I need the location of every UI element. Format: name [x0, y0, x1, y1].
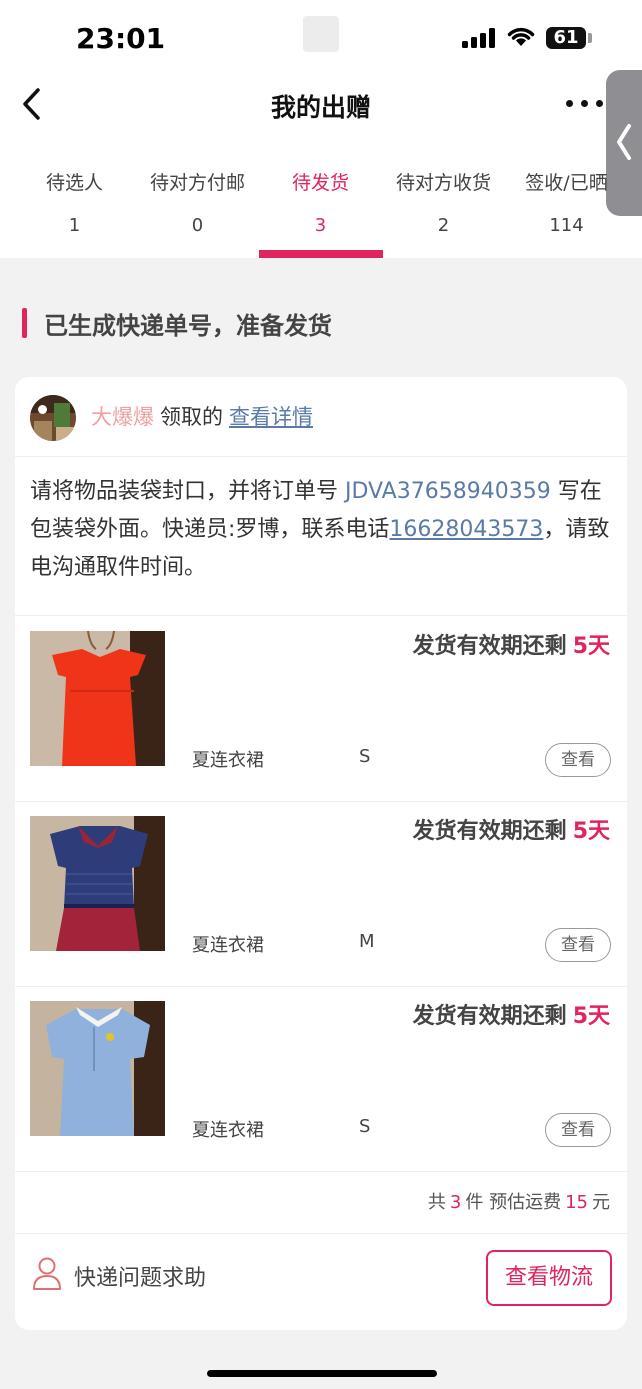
view-button[interactable]: 查看 [545, 1113, 611, 1147]
claimer-username[interactable]: 大爆爆 [91, 405, 154, 429]
view-button[interactable]: 查看 [545, 928, 611, 962]
tab-label: 待对方付邮 [149, 172, 245, 194]
item-image[interactable] [30, 631, 165, 766]
signal-icon [462, 28, 496, 48]
tab-label: 待对方收货 [395, 172, 491, 194]
item-image[interactable] [30, 1001, 165, 1136]
tab-pending-select[interactable]: 待选人 1 [13, 158, 136, 258]
status-tabs: 待选人 1 待对方付邮 0 待发货 3 待对方收货 2 签收/已晒 114 [0, 158, 642, 258]
item-size: S [359, 746, 371, 767]
list-item: 发货有效期还剩 5天 夏连衣裙 S 查看 [15, 616, 627, 802]
tab-label: 待发货 [291, 172, 349, 194]
section-title: 已生成快递单号，准备发货 [44, 312, 332, 340]
deadline-days: 5天 [572, 634, 610, 659]
summary-count-unit: 件 预估运费 [465, 1192, 562, 1213]
order-card-header: 大爆爆 领取的 查看详情 [15, 377, 627, 457]
tab-received-shared[interactable]: 签收/已晒 114 [505, 158, 628, 258]
item-size: S [359, 1116, 371, 1137]
order-summary: 共3件 预估运费 15 元 [15, 1172, 627, 1234]
view-button[interactable]: 查看 [545, 743, 611, 777]
item-size: M [359, 931, 375, 952]
shipping-deadline: 发货有效期还剩 5天 [413, 628, 610, 660]
order-number: JDVA37658940359 [345, 479, 551, 504]
item-image[interactable] [30, 816, 165, 951]
tab-pending-postage[interactable]: 待对方付邮 0 [136, 158, 259, 258]
deadline-label: 发货有效期还剩 [412, 1004, 567, 1029]
deadline-label: 发货有效期还剩 [412, 634, 567, 659]
shipping-deadline: 发货有效期还剩 5天 [413, 813, 610, 845]
item-name: 夏连衣裙 [192, 750, 264, 771]
tab-count: 0 [191, 215, 204, 236]
battery-cap [588, 33, 592, 43]
order-card: 大爆爆 领取的 查看详情 请将物品装袋封口，并将订单号 JDVA3765894035… [15, 377, 627, 1330]
tab-count: 3 [314, 215, 327, 236]
item-name: 夏连衣裙 [192, 935, 264, 956]
nav-bar: 我的出赠 [0, 72, 642, 140]
item-name: 夏连衣裙 [192, 1120, 264, 1141]
page-title: 我的出赠 [270, 93, 371, 122]
side-handle-chevron-icon [617, 124, 631, 160]
instruction-text: 请将物品装袋封口，并将订单号 [30, 479, 345, 504]
claimer-line: 大爆爆 领取的 查看详情 [91, 401, 313, 431]
tab-count: 1 [68, 215, 81, 236]
card-footer: 快递问题求助 查看物流 [15, 1234, 627, 1330]
camera-indicator [303, 16, 339, 52]
more-icon[interactable] [566, 100, 604, 110]
tab-label: 待选人 [45, 172, 103, 194]
header-area: 23:01 61 我的出赠 待选人 1 待对方付邮 0 待发货 3 待对方收货 … [0, 0, 642, 258]
tab-count: 2 [437, 215, 450, 236]
active-tab-indicator [259, 250, 383, 258]
status-time: 23:01 [76, 22, 166, 55]
avatar[interactable] [30, 395, 76, 441]
shipping-fee: 15 [565, 1192, 588, 1213]
courier-phone-link[interactable]: 16628043573 [389, 517, 543, 542]
tab-pending-receive[interactable]: 待对方收货 2 [382, 158, 505, 258]
tab-label: 签收/已晒 [525, 172, 608, 194]
list-item: 发货有效期还剩 5天 夏连衣裙 M 查看 [15, 801, 627, 987]
summary-text: 共3件 预估运费 15 元 [428, 1188, 610, 1214]
view-details-link[interactable]: 查看详情 [229, 405, 313, 429]
section-accent-bar [22, 308, 27, 338]
courier-help-link[interactable]: 快递问题求助 [74, 1260, 206, 1292]
home-indicator[interactable] [207, 1370, 437, 1377]
list-item: 发货有效期还剩 5天 夏连衣裙 S 查看 [15, 986, 627, 1172]
deadline-label: 发货有效期还剩 [412, 819, 567, 844]
shipping-instruction: 请将物品装袋封口，并将订单号 JDVA37658940359 写在包装袋外面。快… [30, 473, 615, 587]
claimed-text: 领取的 [160, 405, 223, 429]
deadline-days: 5天 [572, 819, 610, 844]
battery-icon: 61 [546, 27, 586, 49]
summary-fee-unit: 元 [592, 1192, 610, 1213]
view-logistics-button[interactable]: 查看物流 [486, 1250, 612, 1306]
item-count: 3 [449, 1192, 462, 1213]
deadline-days: 5天 [572, 1004, 610, 1029]
shipping-deadline: 发货有效期还剩 5天 [413, 998, 610, 1030]
user-outline-icon[interactable] [32, 1256, 62, 1290]
wifi-icon [507, 27, 535, 46]
tab-count: 114 [549, 215, 584, 236]
tab-pending-ship[interactable]: 待发货 3 [259, 158, 382, 258]
status-bar: 23:01 61 [0, 0, 642, 72]
summary-prefix: 共 [427, 1192, 446, 1213]
